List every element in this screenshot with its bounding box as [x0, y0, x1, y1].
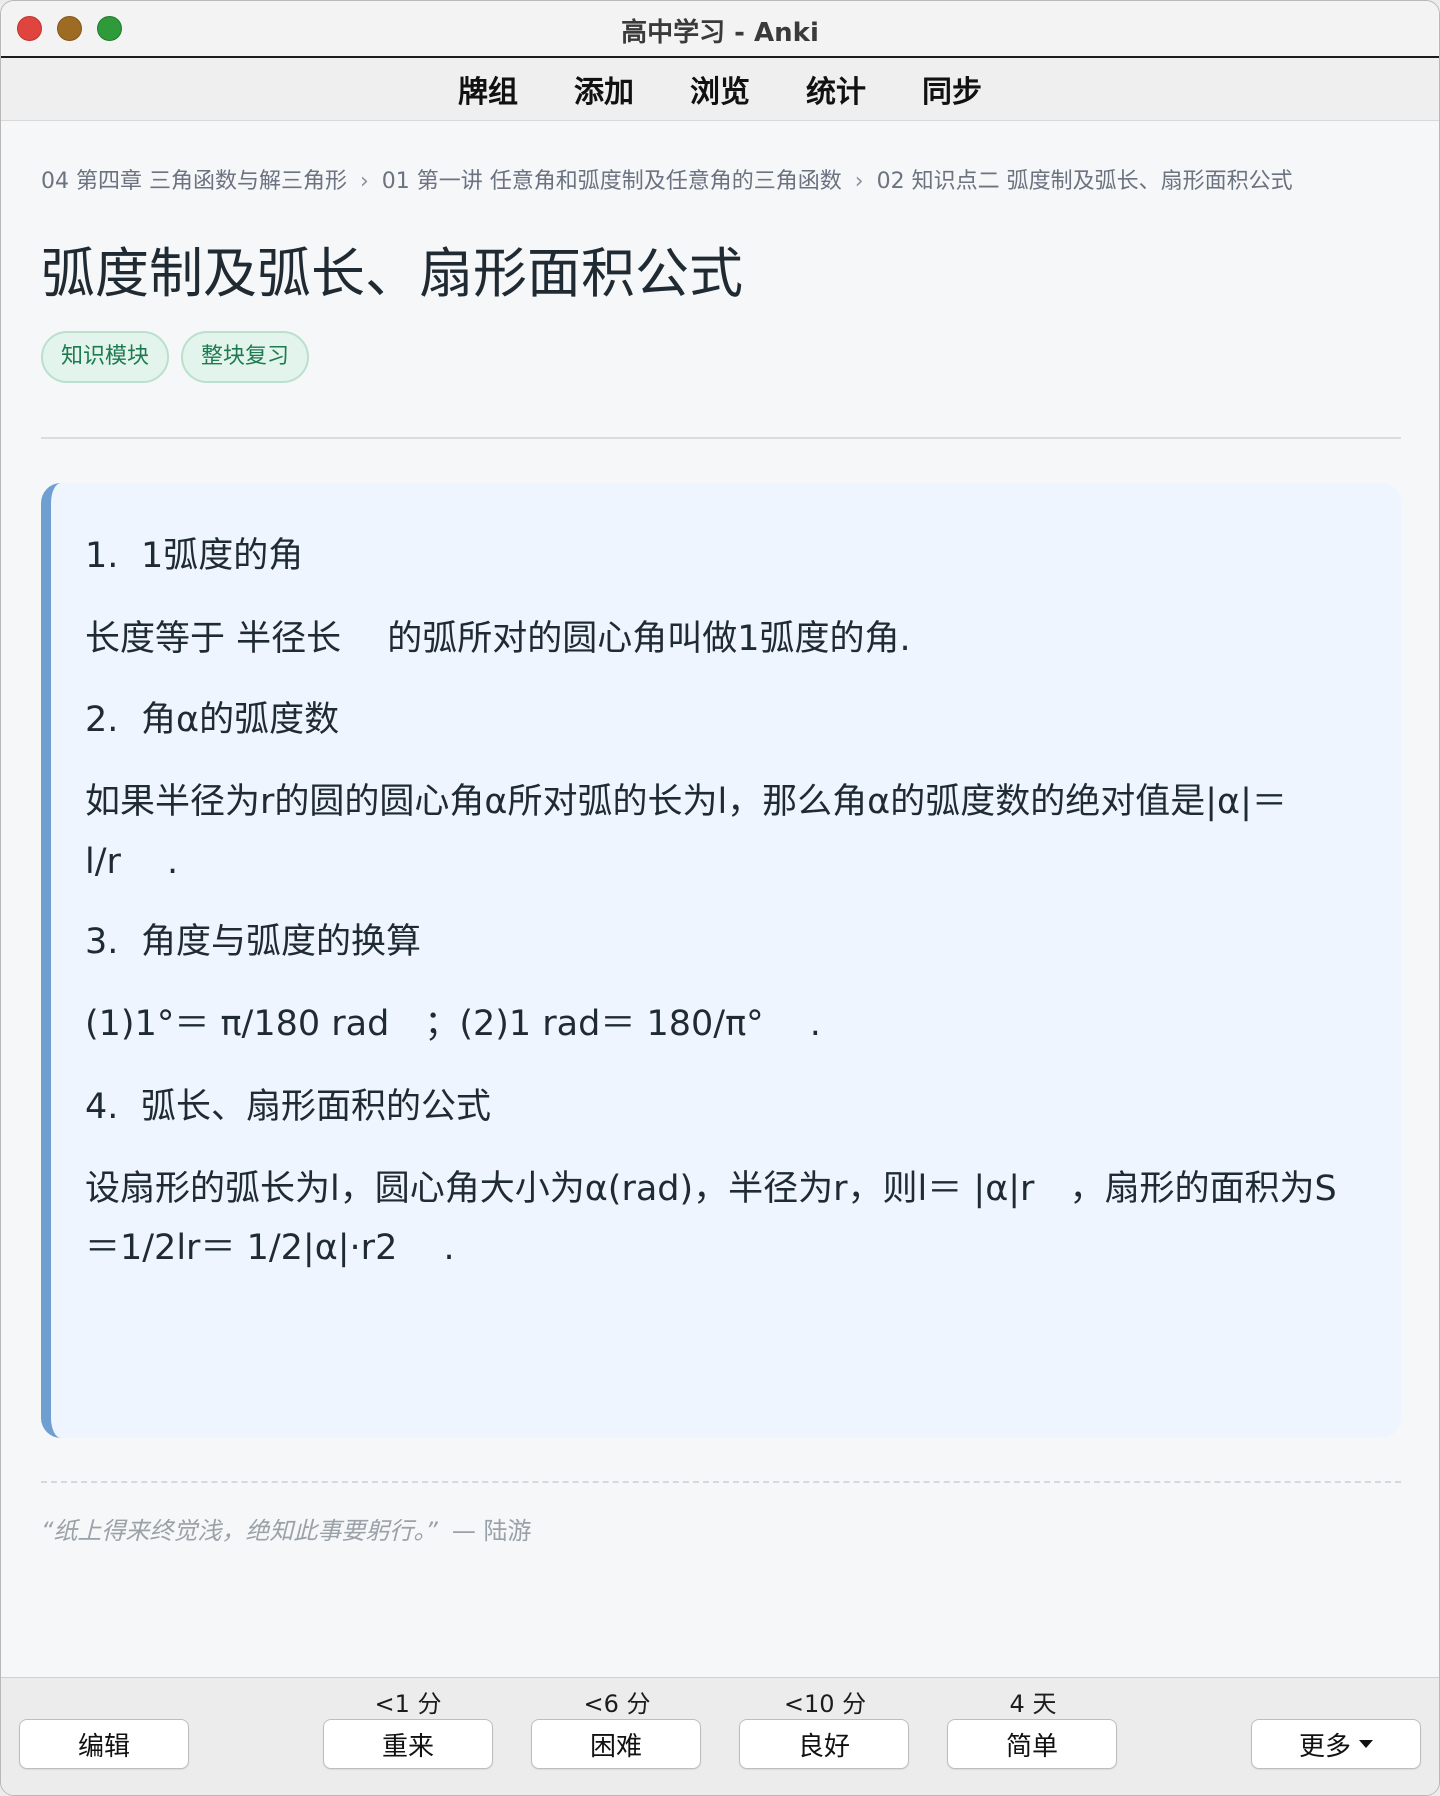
good-button[interactable]: 良好	[739, 1719, 909, 1769]
breadcrumb-separator: ›	[359, 169, 369, 194]
paragraph-4b: ＝1/2lr＝ 1/2|α|·r2 .	[85, 1228, 455, 1268]
breadcrumb-item-lecture: 01 第一讲 任意角和弧度制及任意角的三角函数	[381, 169, 842, 194]
breadcrumb-item-topic: 02 知识点二 弧度制及弧长、扇形面积公式	[876, 169, 1293, 194]
heading-text: 角度与弧度的换算	[141, 922, 422, 962]
heading-1: 1. 1弧度的角	[85, 535, 1365, 577]
breadcrumb-item-chapter: 04 第四章 三角函数与解三角形	[41, 169, 347, 194]
heading-text: 弧长、扇形面积的公式	[141, 1087, 492, 1127]
window-title: 高中学习 - Anki	[621, 18, 819, 48]
quote-author: — 陆游	[451, 1517, 532, 1545]
paragraph-2a: 如果半径为r的圆的圆心角α所对弧的长为l，那么角α的弧度数的绝对值是|α|＝	[85, 782, 1287, 822]
answer-bar: 编辑 <1 分 重来 <6 分 困难 <10 分 良好 4 天 简单 更多	[1, 1677, 1439, 1795]
breadcrumb: 04 第四章 三角函数与解三角形 › 01 第一讲 任意角和弧度制及任意角的三角…	[41, 163, 1293, 195]
paragraph-4a: 设扇形的弧长为l，圆心角大小为α(rad)，半径为r，则l＝ |α|r ，扇形的…	[85, 1169, 1337, 1209]
heading-number: 3.	[85, 922, 119, 962]
heading-text: 1弧度的角	[141, 536, 304, 576]
toolbar-browse[interactable]: 浏览	[662, 67, 778, 111]
more-button[interactable]: 更多	[1251, 1719, 1421, 1769]
due-hard: <6 分	[583, 1690, 651, 1718]
section-divider	[41, 437, 1401, 439]
paragraph-3: (1)1°＝ π/180 rad ；(2)1 rad＝ 180/π° .	[85, 1004, 821, 1044]
quote-divider	[41, 1481, 1401, 1483]
toolbar-stats[interactable]: 统计	[778, 67, 894, 111]
main-toolbar: 牌组 添加 浏览 统计 同步	[1, 58, 1439, 121]
due-easy: 4 天	[1009, 1690, 1057, 1718]
breadcrumb-separator: ›	[854, 169, 864, 194]
again-button[interactable]: 重来	[323, 1719, 493, 1769]
toolbar-decks[interactable]: 牌组	[430, 67, 546, 111]
quote-text: “纸上得来终觉浅，绝知此事要躬行。”	[41, 1517, 438, 1545]
knowledge-card: 1. 1弧度的角 长度等于 半径长 的弧所对的圆心角叫做1弧度的角. 2. 角α的弧…	[41, 483, 1401, 1438]
hard-button[interactable]: 困难	[531, 1719, 701, 1769]
edit-button[interactable]: 编辑	[19, 1719, 189, 1769]
tag-list: 知识模块 整块复习	[41, 331, 310, 383]
title-bar: 高中学习 - Anki	[1, 1, 1439, 58]
app-window: 高中学习 - Anki 牌组 添加 浏览 统计 同步 04 第四章 三角函数与解…	[0, 0, 1440, 1796]
tag-badge: 知识模块	[41, 331, 170, 383]
page-title: 弧度制及弧长、扇形面积公式	[41, 242, 743, 305]
heading-3: 3. 角度与弧度的换算	[85, 921, 1365, 963]
tag-badge: 整块复习	[181, 331, 310, 383]
toolbar-sync[interactable]: 同步	[894, 67, 1010, 111]
paragraph-2b: l/r .	[85, 842, 179, 882]
quote: “纸上得来终觉浅，绝知此事要躬行。” — 陆游	[41, 1511, 532, 1546]
due-again: <1 分	[374, 1690, 442, 1718]
heading-number: 4.	[85, 1087, 119, 1127]
heading-text: 角α的弧度数	[141, 700, 340, 740]
easy-button[interactable]: 简单	[947, 1719, 1117, 1769]
more-label: 更多	[1298, 1731, 1351, 1762]
heading-4: 4. 弧长、扇形面积的公式	[85, 1086, 1365, 1128]
heading-number: 2.	[85, 700, 119, 740]
heading-2: 2. 角α的弧度数	[85, 699, 1365, 741]
toolbar-add[interactable]: 添加	[546, 67, 662, 111]
paragraph-1: 长度等于 半径长 的弧所对的圆心角叫做1弧度的角.	[85, 619, 911, 659]
heading-number: 1.	[85, 536, 119, 576]
chevron-down-icon	[1359, 1740, 1373, 1748]
due-good: <10 分	[783, 1690, 867, 1718]
